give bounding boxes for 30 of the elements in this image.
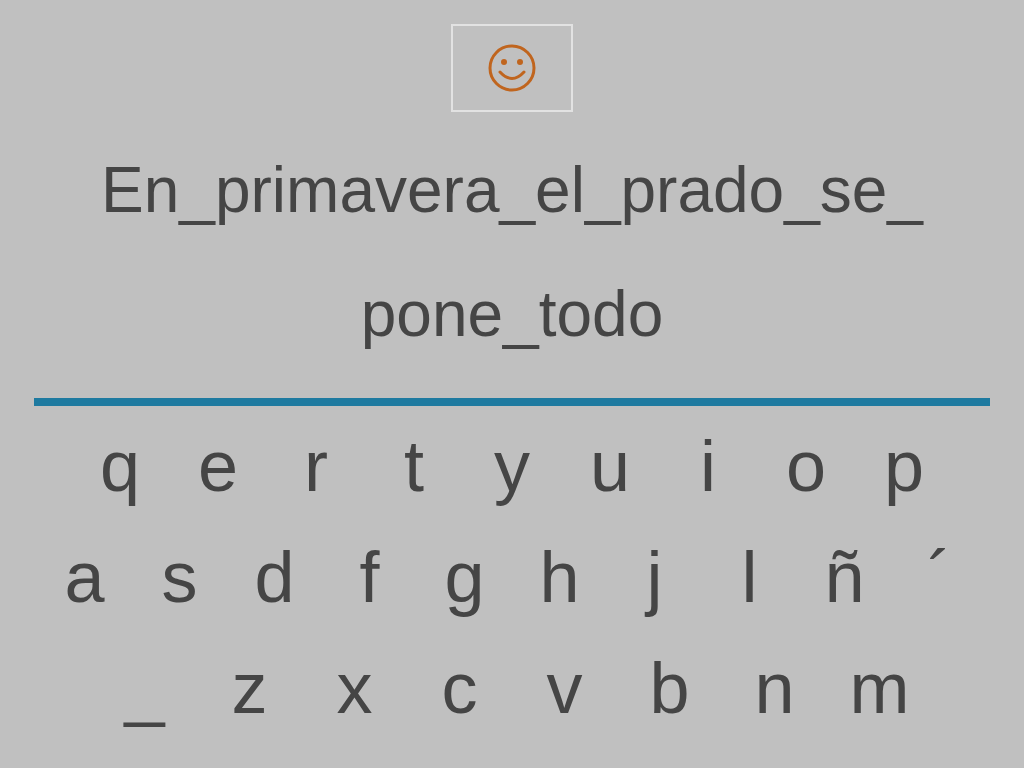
letter-key[interactable]: o [757,416,855,516]
letter-key[interactable]: c [407,638,512,738]
smiley-icon [487,43,537,93]
letter-key[interactable]: l [702,527,797,627]
phrase-line: pone_todo [360,277,664,352]
phrase-line: En_primavera_el_prado_se_ [101,153,923,228]
letter-key[interactable]: j [607,527,702,627]
letter-key[interactable]: x [302,638,407,738]
letter-key[interactable]: f [322,527,417,627]
letter-key[interactable]: i [659,416,757,516]
letter-key[interactable]: b [617,638,722,738]
letter-key[interactable]: u [561,416,659,516]
letter-key[interactable]: h [512,527,607,627]
letter-key[interactable]: d [227,527,322,627]
letter-key[interactable]: y [463,416,561,516]
letter-key[interactable]: p [855,416,953,516]
letter-key[interactable]: a [37,527,132,627]
letter-key[interactable]: v [512,638,617,738]
letter-key[interactable]: e [169,416,267,516]
letter-key[interactable]: r [267,416,365,516]
letter-key[interactable]: g [417,527,512,627]
letter-key[interactable]: m [827,638,932,738]
letter-key[interactable]: t [365,416,463,516]
letter-key[interactable]: ´ [892,527,987,627]
letter-key[interactable]: z [197,638,302,738]
letter-key[interactable]: _ [92,638,197,738]
letter-key[interactable]: s [132,527,227,627]
letter-key[interactable]: ñ [797,527,892,627]
letter-key[interactable]: n [722,638,827,738]
letter-key[interactable]: q [71,416,169,516]
